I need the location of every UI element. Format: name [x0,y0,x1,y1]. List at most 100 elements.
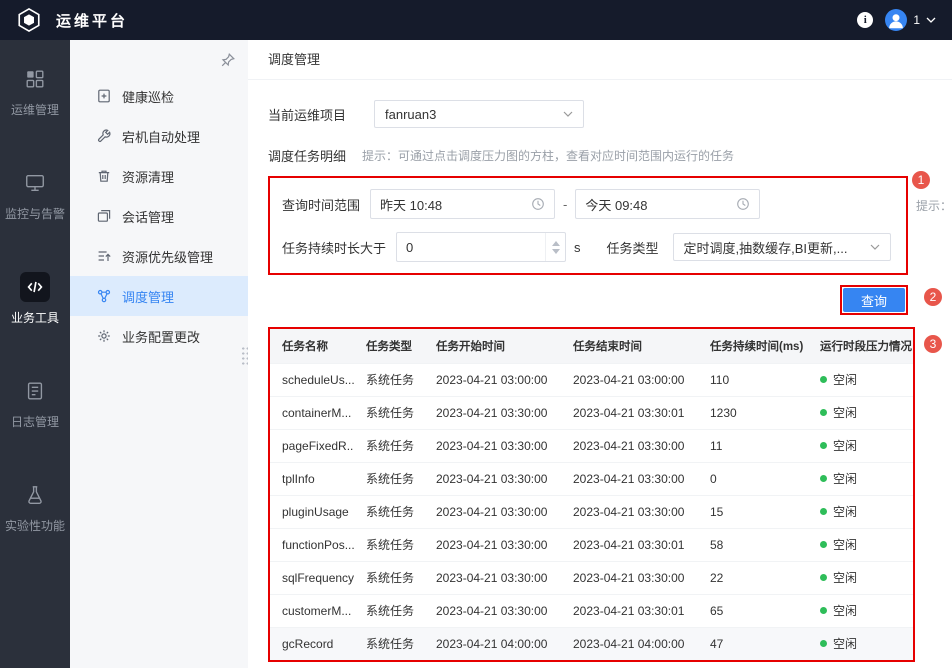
col-start-time: 任务开始时间 [424,329,561,363]
sidebar-item-label: 业务配置更改 [122,329,201,345]
main-content: 调度管理 当前运维项目 fanruan3 调度任务明细 提示：可通过点击调度压力… [248,40,952,668]
annotation-badge-2: 2 [924,288,942,306]
cell-pressure: 空闲 [808,461,913,495]
stepper-up-icon[interactable] [551,240,560,246]
primary-nav-label: 日志管理 [10,415,59,429]
pin-icon[interactable] [220,52,236,68]
cell-start-time: 2023-04-21 04:00:00 [424,626,561,660]
chevron-down-icon [563,111,573,117]
start-time-input[interactable]: 昨天 10:48 [370,189,556,219]
layers-icon [97,210,111,222]
col-duration: 任务持续时间(ms) [698,329,808,363]
status-dot [820,574,827,581]
priority-list-icon [98,251,111,261]
cell-task-name: pageFixedR... [270,428,354,462]
cell-task-name: containerM... [270,395,354,429]
cell-end-time: 2023-04-21 04:00:00 [561,626,698,660]
cell-task-name: scheduleUs... [270,362,354,396]
primary-nav-item-experimental[interactable]: 实验性功能 [0,480,70,534]
status-dot [820,541,827,548]
table-row[interactable]: pluginUsage 系统任务 2023-04-21 03:30:00 202… [270,494,913,528]
sidebar-item-health-check[interactable]: 健康巡检 [70,76,248,116]
info-icon[interactable]: i [857,12,874,28]
query-button[interactable]: 查询 [843,288,905,312]
primary-nav-item-business-tools[interactable]: 业务工具 [0,272,70,326]
primary-nav-item-ops[interactable]: 运维管理 [0,64,70,118]
primary-nav-item-monitor[interactable]: 监控与告警 [0,168,70,222]
cell-task-type: 系统任务 [354,626,424,660]
task-detail-label: 调度任务明细 [268,148,347,164]
cell-task-type: 系统任务 [354,362,424,396]
primary-nav-item-logs[interactable]: 日志管理 [0,376,70,430]
task-type-label: 任务类型 [606,240,659,256]
button-row: 查询 [268,285,908,315]
sidebar-item-resource-cleanup[interactable]: 资源清理 [70,156,248,196]
time-range-label: 查询时间范围 [282,197,361,213]
cell-duration: 58 [698,527,808,561]
cell-start-time: 2023-04-21 03:30:00 [424,461,561,495]
cell-end-time: 2023-04-21 03:30:01 [561,395,698,429]
duration-type-row: 任务持续时长大于 0 s 任务类型 定时调度,抽数缓存,BI更新,... [282,232,894,262]
table-row[interactable]: gcRecord 系统任务 2023-04-21 04:00:00 2023-0… [270,626,913,660]
status-text: 空闲 [833,439,858,453]
table-row[interactable]: tplInfo 系统任务 2023-04-21 03:30:00 2023-04… [270,461,913,495]
table-row[interactable]: containerM... 系统任务 2023-04-21 03:30:00 2… [270,395,913,429]
cell-task-type: 系统任务 [354,461,424,495]
flask-icon [28,486,42,504]
sidebar-item-downtime-auto-handle[interactable]: 宕机自动处理 [70,116,248,156]
status-dot [820,607,827,614]
grid-icon [26,70,44,88]
table-row[interactable]: sqlFrequency 系统任务 2023-04-21 03:30:00 20… [270,560,913,594]
sidebar-item-session-management[interactable]: 会话管理 [70,196,248,236]
sidebar-item-resource-priority[interactable]: 资源优先级管理 [70,236,248,276]
project-select[interactable]: fanruan3 [374,100,584,128]
cell-task-type: 系统任务 [354,395,424,429]
cell-duration: 15 [698,494,808,528]
col-task-type: 任务类型 [354,329,424,363]
primary-nav-label: 运维管理 [10,103,59,117]
chevron-down-icon [926,17,936,23]
task-type-value: 定时调度,抽数缓存,BI更新,... [683,240,848,256]
cell-task-name: functionPos... [270,527,354,561]
task-table: 任务名称 任务类型 任务开始时间 任务结束时间 任务持续时间(ms) 运行时段压… [270,329,913,660]
cell-pressure: 空闲 [808,527,913,561]
table-row[interactable]: pageFixedR... 系统任务 2023-04-21 03:30:00 2… [270,428,913,462]
cell-duration: 110 [698,362,808,396]
duration-label: 任务持续时长大于 [282,240,387,256]
sidebar-item-label: 会话管理 [122,209,175,225]
trash-icon [98,170,110,182]
table-row[interactable]: functionPos... 系统任务 2023-04-21 03:30:00 … [270,527,913,561]
table-row[interactable]: customerM... 系统任务 2023-04-21 03:30:00 20… [270,593,913,627]
secondary-sidebar: 健康巡检 宕机自动处理 资源清理 会话管理 资源优先级管理 调度管理 业务配置更… [70,40,250,668]
table-row[interactable]: scheduleUs... 系统任务 2023-04-21 03:00:00 2… [270,362,913,396]
task-table-annotation-box: 任务名称 任务类型 任务开始时间 任务结束时间 任务持续时间(ms) 运行时段压… [268,327,915,662]
gear-icon [98,330,110,342]
cell-start-time: 2023-04-21 03:30:00 [424,494,561,528]
status-text: 空闲 [833,472,858,486]
cell-start-time: 2023-04-21 03:00:00 [424,362,561,396]
sidebar-item-business-config[interactable]: 业务配置更改 [70,316,248,356]
end-time-input[interactable]: 今天 09:48 [575,189,761,219]
cell-start-time: 2023-04-21 03:30:00 [424,560,561,594]
status-text: 空闲 [833,505,858,519]
code-icon [27,281,43,293]
user-menu[interactable]: 1 [885,9,936,31]
range-separator: - [563,196,568,212]
stepper-down-icon[interactable] [551,248,560,254]
cell-pressure: 空闲 [808,428,913,462]
annotation-badge-3: 3 [924,335,942,353]
cell-pressure: 空闲 [808,560,913,594]
col-pressure: 运行时段压力情况 [808,329,913,363]
avatar [885,9,908,31]
duration-input[interactable]: 0 [396,232,567,262]
cell-end-time: 2023-04-21 03:30:00 [561,428,698,462]
task-type-select[interactable]: 定时调度,抽数缓存,BI更新,... [672,233,891,261]
header-actions: i 1 [857,9,936,31]
app-title: 运维平台 [56,12,129,30]
sidebar-item-schedule-management[interactable]: 调度管理 [70,276,248,316]
project-row: 当前运维项目 fanruan3 [268,100,952,128]
task-detail-row: 调度任务明细 提示：可通过点击调度压力图的方柱，查看对应时间范围内运行的任务 [268,146,952,164]
sidebar-item-label: 健康巡检 [122,89,175,105]
clock-icon [737,198,750,210]
status-dot [820,640,827,648]
